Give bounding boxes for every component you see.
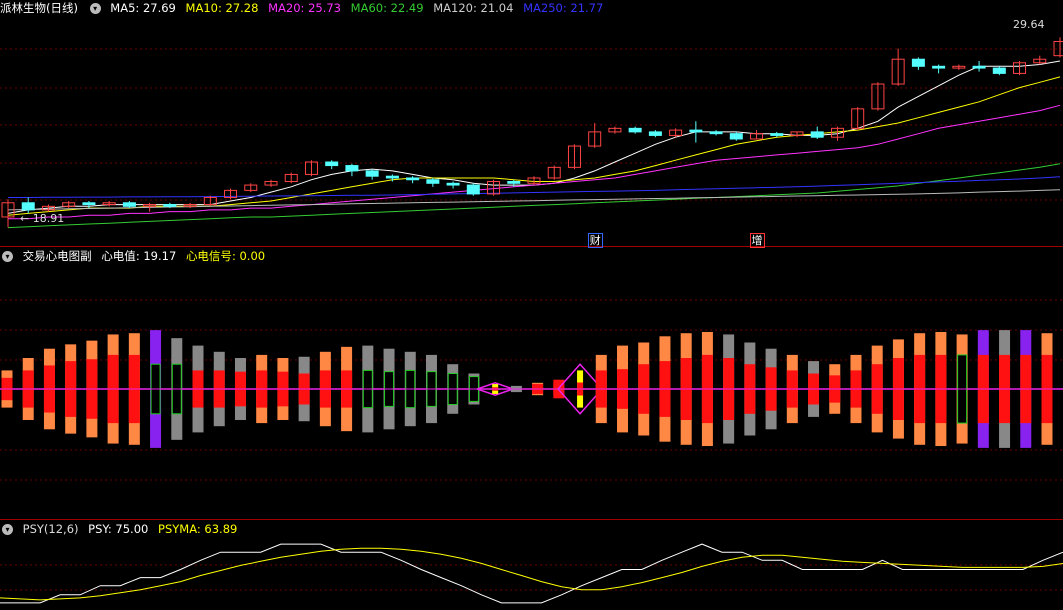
collapse-toggle-icon[interactable]: ▾ <box>89 3 101 14</box>
low-price-label: ← 18.91 <box>20 212 65 225</box>
candle-body <box>770 133 784 136</box>
candle-body <box>325 161 339 167</box>
candle-body <box>466 184 480 195</box>
ma20-legend: MA20: 25.73 <box>268 1 341 15</box>
ma250-legend: MA250: 21.77 <box>523 1 604 15</box>
candle-body <box>628 127 642 133</box>
ma60-legend: MA60: 22.49 <box>350 1 424 15</box>
candle-body <box>385 175 399 179</box>
collapse-toggle-icon[interactable]: ▾ <box>2 251 13 262</box>
ecg-value-legend: 心电值: 19.17 <box>101 249 177 263</box>
ma10-legend: MA10: 27.28 <box>185 1 259 15</box>
collapse-toggle-icon[interactable]: ▾ <box>2 524 13 535</box>
candle-body <box>163 204 177 207</box>
ecg-legend: ▾ 交易心电图副 心电值: 19.17 心电信号: 0.00 <box>0 248 271 264</box>
psy-title[interactable]: PSY(12,6) <box>23 522 79 536</box>
candle-body <box>365 170 379 177</box>
candle-body <box>122 202 136 207</box>
candle-body <box>729 133 743 140</box>
candle-body <box>446 182 460 186</box>
ma60-line <box>7 163 1061 229</box>
candle-body <box>911 58 925 67</box>
candle-body <box>426 179 440 184</box>
stock-chart[interactable] <box>0 0 1063 610</box>
candle-body <box>972 65 986 69</box>
candle-body <box>932 65 946 69</box>
psy-value-legend: PSY: 75.00 <box>88 522 149 536</box>
ecg-title[interactable]: 交易心电图副 <box>23 249 92 263</box>
candle-body <box>689 129 703 133</box>
high-price-label: 29.64 <box>1013 18 1045 31</box>
candle-body <box>810 131 824 138</box>
psyma-line <box>0 547 1063 601</box>
event-marker-increase[interactable]: 增 <box>749 233 765 248</box>
event-marker-finance[interactable]: 财 <box>587 233 603 248</box>
candle-body <box>648 131 662 136</box>
candle-body <box>507 181 521 184</box>
ecg-signal-legend: 心电信号: 0.00 <box>185 249 266 263</box>
psyma-value-legend: PSYMA: 63.89 <box>158 522 238 536</box>
ma5-legend: MA5: 27.69 <box>110 1 176 15</box>
candle-body <box>345 165 359 172</box>
price-legend: 派林生物(日线) ▾ MA5: 27.69 MA10: 27.28 MA20: … <box>0 0 609 16</box>
stock-title[interactable]: 派林生物(日线) <box>0 1 78 15</box>
candle-body <box>21 202 35 211</box>
psy-legend: ▾ PSY(12,6) PSY: 75.00 PSYMA: 63.89 <box>0 521 243 537</box>
candle-body <box>709 131 723 135</box>
candle-body <box>82 202 96 206</box>
candle-body <box>406 177 420 181</box>
candle-body <box>992 67 1006 74</box>
psy-line <box>0 543 1063 604</box>
ma120-legend: MA120: 21.04 <box>433 1 514 15</box>
